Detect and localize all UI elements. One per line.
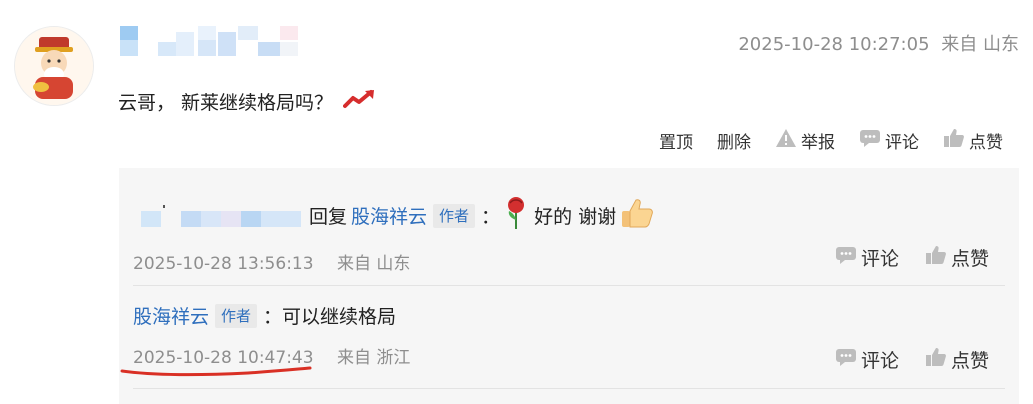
reply-header: 股海祥云 作者 ：可以继续格局 xyxy=(133,302,410,329)
reply-like-button[interactable]: 点赞 xyxy=(925,244,989,271)
like-button[interactable]: 点赞 xyxy=(943,128,1003,153)
pin-label: 置顶 xyxy=(659,133,693,153)
reply-meta: 2025-10-28 13:56:13 来自 山东 xyxy=(133,249,654,274)
reply-comment-label: 评论 xyxy=(860,248,899,270)
user-avatar[interactable] xyxy=(14,26,94,106)
username-blurred[interactable] xyxy=(118,24,308,58)
author-username-link[interactable]: 股海祥云 xyxy=(133,302,209,329)
reply-to-user-link[interactable]: 股海祥云 xyxy=(351,202,427,229)
comment-button[interactable]: 评论 xyxy=(859,128,919,153)
report-label: 举报 xyxy=(801,133,835,153)
thumbs-up-icon xyxy=(943,128,965,153)
report-button[interactable]: 举报 xyxy=(775,128,835,153)
author-tag: 作者 xyxy=(433,203,476,228)
reply-like-label: 点赞 xyxy=(950,350,989,372)
thumbs-up-emoji-icon xyxy=(620,197,654,234)
reply-divider xyxy=(133,388,1005,389)
reply-actions: 评论 点赞 xyxy=(835,346,989,373)
reply-location: 来自 山东 xyxy=(336,254,411,274)
red-underline-annotation xyxy=(120,366,312,377)
post-location: 来自 山东 xyxy=(941,34,1019,55)
comment-icon xyxy=(835,347,857,372)
replier-username-blurred[interactable] xyxy=(133,204,303,227)
reply-item: 回复 股海祥云 作者 ： 好的 谢谢 2025-10-28 13:56:13 来… xyxy=(133,196,654,274)
warning-icon xyxy=(775,128,797,153)
post-meta: 2025-10-28 10:27:05 来自 山东 xyxy=(738,30,1019,56)
reply-like-label: 点赞 xyxy=(950,248,989,270)
post-content: 云哥， 新莱继续格局吗？ xyxy=(118,88,377,115)
fortune-god-avatar-icon xyxy=(15,27,93,105)
author-tag: 作者 xyxy=(215,303,258,328)
reply-text: 好的 谢谢 xyxy=(534,206,617,228)
delete-label: 删除 xyxy=(717,133,751,153)
reply-location: 来自 浙江 xyxy=(336,348,411,368)
reply-like-button[interactable]: 点赞 xyxy=(925,346,989,373)
reply-comment-button[interactable]: 评论 xyxy=(835,346,899,373)
delete-button[interactable]: 删除 xyxy=(717,128,751,153)
comment-icon xyxy=(835,245,857,270)
reply-separator: ： xyxy=(481,206,501,228)
reply-comment-label: 评论 xyxy=(860,350,899,372)
post-actions: 置顶 删除 举报 评论 点赞 xyxy=(659,128,1003,153)
reply-text: ：可以继续格局 xyxy=(263,306,397,328)
reply-comment-button[interactable]: 评论 xyxy=(835,244,899,271)
like-label: 点赞 xyxy=(969,133,1003,153)
rose-emoji-icon xyxy=(504,196,528,235)
reply-header: 回复 股海祥云 作者 ： 好的 谢谢 xyxy=(133,196,654,235)
comment-label: 评论 xyxy=(885,133,919,153)
post-timestamp: 2025-10-28 10:27:05 xyxy=(738,34,930,55)
reply-timestamp: 2025-10-28 13:56:13 xyxy=(133,254,314,274)
post-text: 云哥， 新莱继续格局吗？ xyxy=(118,92,334,114)
thumbs-up-icon xyxy=(925,347,947,372)
reply-word: 回复 xyxy=(309,206,348,228)
pin-button[interactable]: 置顶 xyxy=(659,128,693,153)
reply-divider xyxy=(133,285,1005,286)
comment-icon xyxy=(859,128,881,153)
reply-item: 股海祥云 作者 ：可以继续格局 2025-10-28 10:47:43 来自 浙… xyxy=(133,302,410,368)
thumbs-up-icon xyxy=(925,245,947,270)
reply-actions: 评论 点赞 xyxy=(835,244,989,271)
rising-trend-emoji-icon xyxy=(343,88,377,115)
